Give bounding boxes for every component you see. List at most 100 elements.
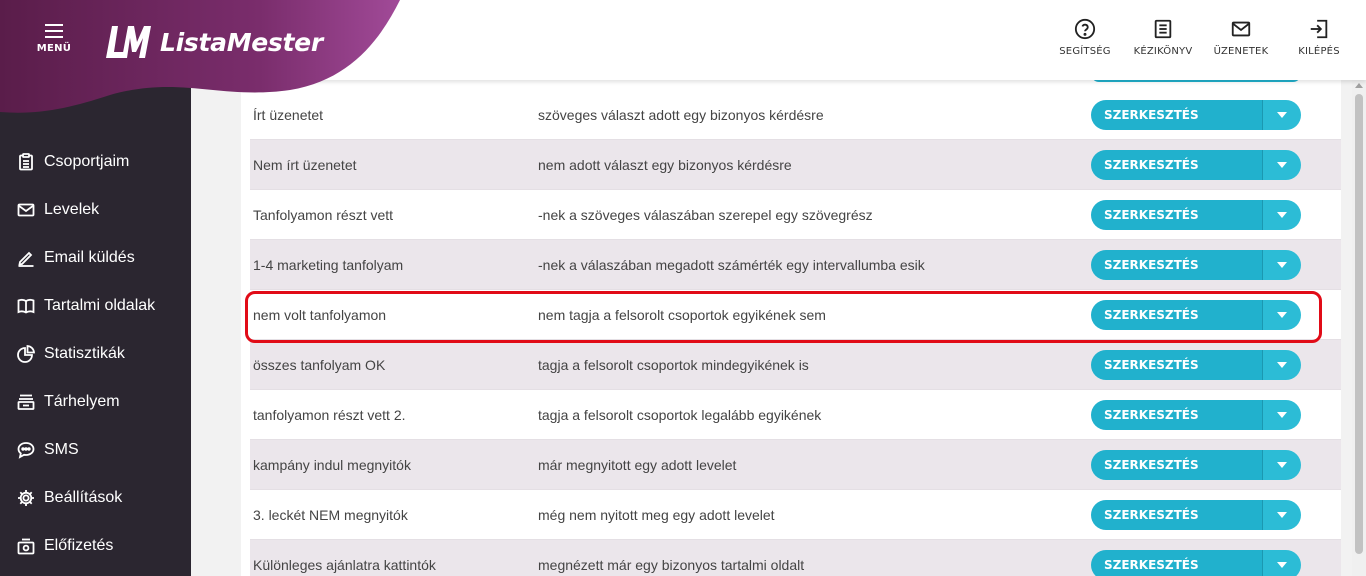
logout-label: KILÉPÉS bbox=[1298, 46, 1340, 57]
caret-down-icon bbox=[1277, 112, 1287, 118]
edit-split-button: SZERKESZTÉS bbox=[1091, 150, 1301, 180]
sidebar-item-email-send[interactable]: Email küldés bbox=[0, 234, 191, 282]
caret-down-icon bbox=[1277, 312, 1287, 318]
pencil-icon bbox=[18, 251, 34, 267]
segments-panel: Írt üzenetet szöveges választ adott egy b… bbox=[241, 80, 1341, 576]
edit-button[interactable]: SZERKESZTÉS bbox=[1091, 250, 1263, 280]
manual-button[interactable]: KÉZIKÖNYV bbox=[1124, 18, 1202, 57]
sidebar-item-storage[interactable]: Tárhelyem bbox=[0, 378, 191, 426]
table-row: Tanfolyamon részt vett -nek a szöveges vá… bbox=[250, 190, 1341, 240]
edit-button[interactable]: SZERKESZTÉS bbox=[1091, 150, 1263, 180]
scrollbar[interactable] bbox=[1352, 80, 1366, 576]
edit-button[interactable]: SZERKESZTÉS bbox=[1091, 200, 1263, 230]
edit-button[interactable]: SZERKESZTÉS bbox=[1091, 400, 1263, 430]
edit-dropdown-toggle[interactable] bbox=[1263, 200, 1301, 230]
segment-name: összes tanfolyam OK bbox=[253, 356, 386, 373]
main-content: Írt üzenetet szöveges választ adott egy b… bbox=[191, 80, 1366, 576]
hamburger-icon bbox=[45, 24, 63, 38]
table-row: Különleges ajánlatra kattintók megnézett … bbox=[250, 540, 1341, 576]
edit-split-button: SZERKESZTÉS bbox=[1091, 550, 1301, 576]
sidebar-item-settings[interactable]: Beállítások bbox=[0, 474, 191, 522]
caret-down-icon bbox=[1277, 562, 1287, 568]
sidebar-item-label: Csoportjaim bbox=[44, 153, 130, 170]
messages-label: ÜZENETEK bbox=[1213, 46, 1269, 57]
edit-dropdown-toggle[interactable] bbox=[1263, 400, 1301, 430]
clipboard-icon bbox=[19, 153, 33, 171]
edit-dropdown-toggle[interactable] bbox=[1263, 250, 1301, 280]
segment-description: nem tagja a felsorolt csoportok egyikéne… bbox=[538, 306, 826, 323]
previous-edit-button-peek[interactable] bbox=[1091, 80, 1301, 82]
edit-dropdown-toggle[interactable] bbox=[1263, 150, 1301, 180]
segment-description: megnézett már egy bizonyos tartalmi olda… bbox=[538, 556, 805, 573]
sidebar-item-label: Tartalmi oldalak bbox=[44, 297, 156, 314]
edit-dropdown-toggle[interactable] bbox=[1263, 450, 1301, 480]
help-label: SEGÍTSÉG bbox=[1059, 46, 1111, 57]
edit-button[interactable]: SZERKESZTÉS bbox=[1091, 350, 1263, 380]
edit-dropdown-toggle[interactable] bbox=[1263, 500, 1301, 530]
sidebar-item-statistics[interactable]: Statisztikák bbox=[0, 330, 191, 378]
sidebar-item-sms[interactable]: SMS bbox=[0, 426, 191, 474]
edit-dropdown-toggle[interactable] bbox=[1263, 300, 1301, 330]
chat-icon bbox=[17, 442, 35, 459]
segment-description: -nek a válaszában megadott számérték egy… bbox=[538, 256, 925, 273]
segment-name: Tanfolyamon részt vett bbox=[253, 206, 394, 223]
sidebar-item-subscription[interactable]: Előfizetés bbox=[0, 522, 191, 570]
edit-dropdown-toggle[interactable] bbox=[1263, 350, 1301, 380]
menu-label: MENÜ bbox=[36, 43, 72, 54]
logout-button[interactable]: KILÉPÉS bbox=[1280, 18, 1358, 57]
sidebar-item-groups[interactable]: Csoportjaim bbox=[0, 138, 191, 186]
listamester-logo[interactable]: ListaMester bbox=[104, 22, 323, 62]
caret-down-icon bbox=[1277, 512, 1287, 518]
table-row: 3. leckét NEM megnyitók még nem nyitott m… bbox=[250, 490, 1341, 540]
segment-description: szöveges választ adott egy bizonyos kérd… bbox=[538, 106, 824, 123]
edit-split-button: SZERKESZTÉS bbox=[1091, 300, 1301, 330]
edit-button[interactable]: SZERKESZTÉS bbox=[1091, 450, 1263, 480]
sidebar-item-label: Statisztikák bbox=[44, 345, 125, 362]
segment-description: már megnyitott egy adott levelet bbox=[538, 456, 737, 473]
edit-button[interactable]: SZERKESZTÉS bbox=[1091, 100, 1263, 130]
caret-down-icon bbox=[1277, 212, 1287, 218]
sidebar-item-label: SMS bbox=[44, 441, 79, 458]
segment-name: 3. leckét NEM megnyitók bbox=[253, 506, 408, 523]
logout-icon bbox=[1310, 19, 1328, 39]
menu-button[interactable]: MENÜ bbox=[30, 24, 78, 64]
pie-chart-icon bbox=[17, 345, 35, 363]
segment-name: nem volt tanfolyamon bbox=[253, 306, 387, 323]
segment-name: 1-4 marketing tanfolyam bbox=[253, 256, 404, 273]
segment-name: Különleges ajánlatra kattintók bbox=[253, 556, 436, 573]
table-row: kampány indul megnyitók már megnyitott eg… bbox=[250, 440, 1341, 490]
sidebar-item-content-pages[interactable]: Tartalmi oldalak bbox=[0, 282, 191, 330]
table-row: tanfolyamon részt vett 2. tagja a felsoro… bbox=[250, 390, 1341, 440]
segment-description: -nek a szöveges válaszában szerepel egy … bbox=[538, 206, 873, 223]
sidebar-item-label: Levelek bbox=[44, 201, 100, 218]
edit-button[interactable]: SZERKESZTÉS bbox=[1091, 550, 1263, 576]
edit-button[interactable]: SZERKESZTÉS bbox=[1091, 300, 1263, 330]
sidebar-item-letters[interactable]: Levelek bbox=[0, 186, 191, 234]
sidebar-item-label: Előfizetés bbox=[44, 537, 114, 554]
edit-split-button: SZERKESZTÉS bbox=[1091, 200, 1301, 230]
edit-dropdown-toggle[interactable] bbox=[1263, 100, 1301, 130]
caret-down-icon bbox=[1277, 162, 1287, 168]
mail-icon bbox=[1231, 21, 1251, 37]
segment-name: kampány indul megnyitók bbox=[253, 456, 411, 473]
envelope-icon bbox=[17, 203, 35, 217]
sidebar: Csoportjaim Levelek Email küldés Tartalm… bbox=[0, 80, 191, 576]
help-button[interactable]: SEGÍTSÉG bbox=[1046, 18, 1124, 57]
sidebar-item-label: Email küldés bbox=[44, 249, 135, 266]
table-row: Nem írt üzenetet nem adott választ egy bi… bbox=[250, 140, 1341, 190]
caret-down-icon bbox=[1277, 262, 1287, 268]
edit-split-button: SZERKESZTÉS bbox=[1091, 500, 1301, 530]
segment-description: tagja a felsorolt csoportok legalább egy… bbox=[538, 406, 822, 423]
sidebar-item-label: Beállítások bbox=[44, 489, 123, 506]
edit-split-button: SZERKESZTÉS bbox=[1091, 400, 1301, 430]
caret-down-icon bbox=[1277, 362, 1287, 368]
edit-dropdown-toggle[interactable] bbox=[1263, 550, 1301, 576]
segments-table: Írt üzenetet szöveges választ adott egy b… bbox=[250, 90, 1341, 576]
messages-button[interactable]: ÜZENETEK bbox=[1202, 18, 1280, 57]
segment-name: Nem írt üzenetet bbox=[253, 156, 357, 173]
logo-text: ListaMester bbox=[160, 27, 323, 57]
segment-name: tanfolyamon részt vett 2. bbox=[253, 406, 406, 423]
top-actions: SEGÍTSÉG KÉZIKÖNYV ÜZENETEK KILÉPÉS bbox=[1046, 18, 1358, 57]
segment-description: még nem nyitott meg egy adott levelet bbox=[538, 506, 775, 523]
edit-button[interactable]: SZERKESZTÉS bbox=[1091, 500, 1263, 530]
